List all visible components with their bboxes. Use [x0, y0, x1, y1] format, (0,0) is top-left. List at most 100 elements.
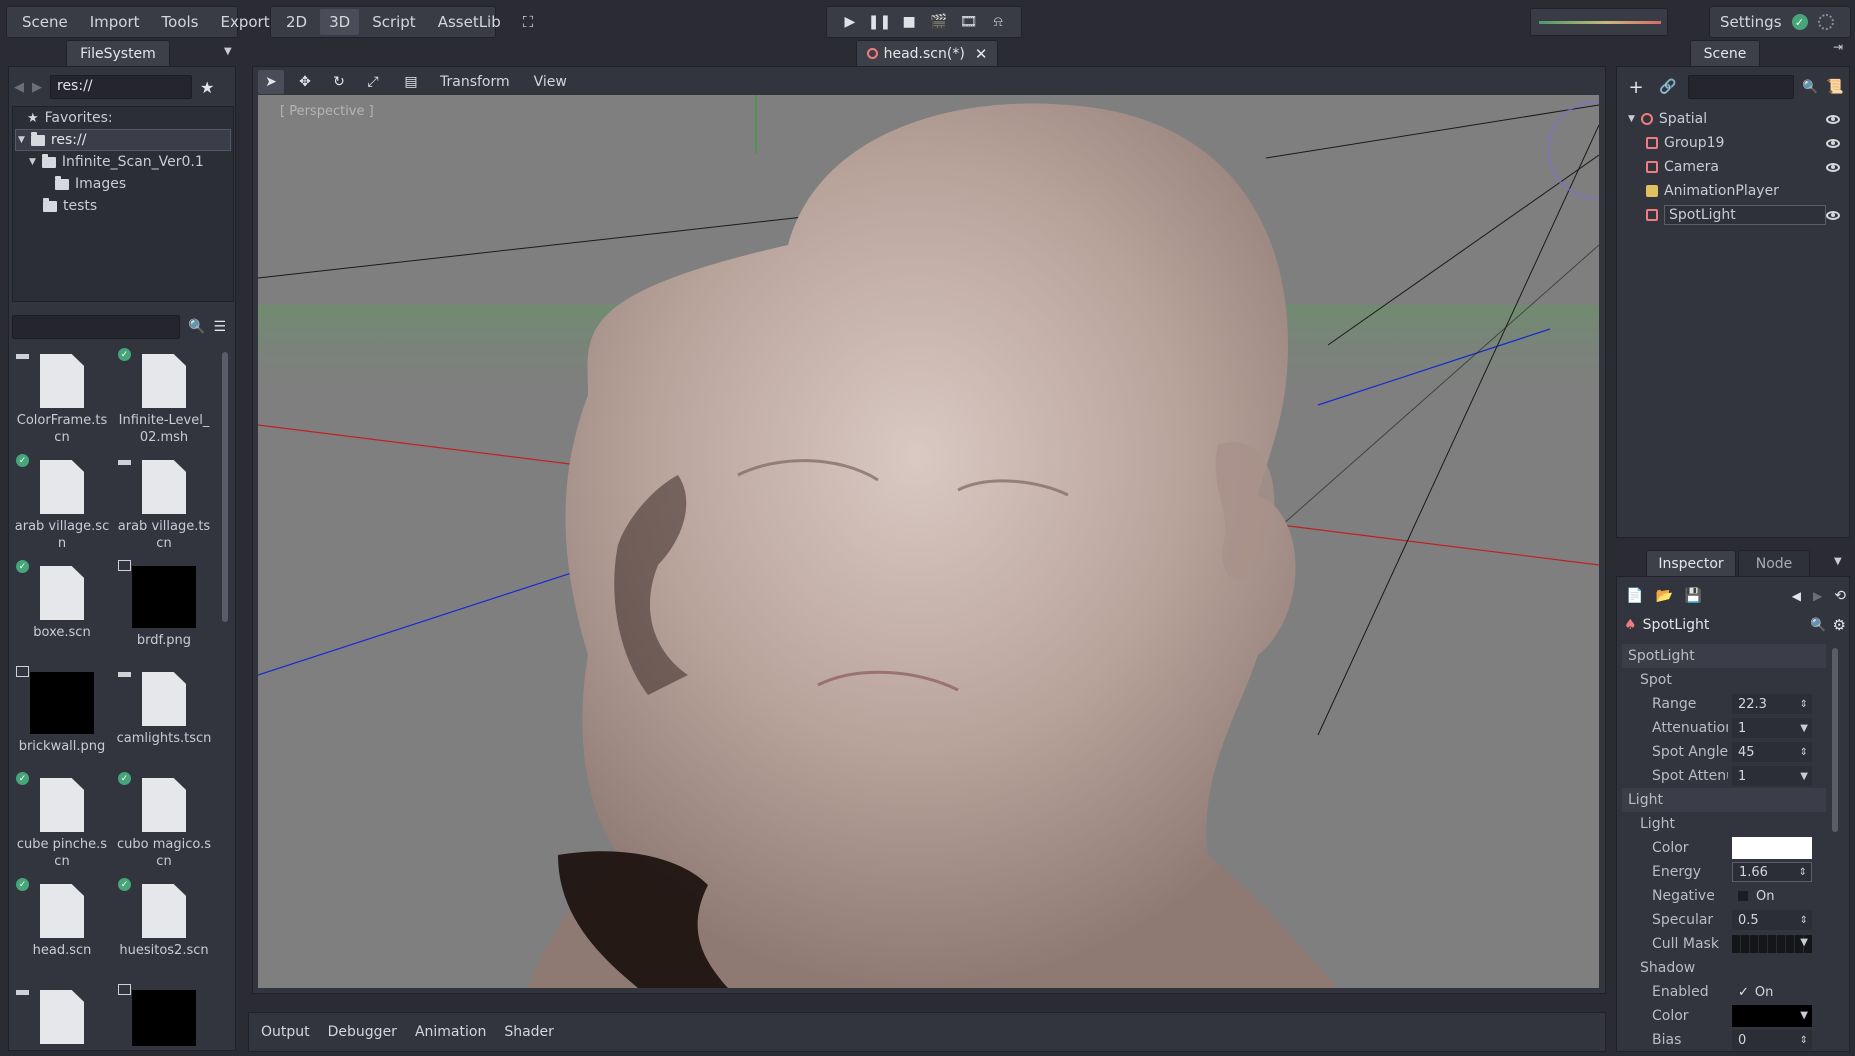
list-view-icon[interactable]: ☰	[213, 319, 226, 335]
shadow-enabled-checkbox[interactable]: ✓ On	[1732, 982, 1812, 1002]
menu-transform[interactable]: Transform	[432, 74, 518, 90]
file-item[interactable]: ✓ huesitos2.scn	[114, 876, 214, 982]
chevron-down-icon[interactable]: ▼	[1800, 1010, 1808, 1021]
tab-debugger[interactable]: Debugger	[328, 1024, 397, 1040]
history-back-icon[interactable]: ◀	[1792, 589, 1801, 603]
dock-menu-icon[interactable]: ▼	[224, 46, 232, 57]
file-item[interactable]: ✓ cube pinche.scn	[12, 770, 112, 876]
scene-node-spatial[interactable]: ▼ Spatial	[1624, 107, 1846, 131]
range-spinbox[interactable]: 22.3 ⇕	[1732, 694, 1812, 714]
file-item[interactable]: ✓ Infinite-Level_02.msh	[114, 346, 214, 452]
section-spotlight[interactable]: SpotLight	[1622, 644, 1826, 668]
open-folder-icon[interactable]: 📂	[1655, 588, 1672, 604]
subsection-light[interactable]: Light	[1622, 812, 1826, 836]
play-custom-scene-icon[interactable]: 🎞	[957, 11, 979, 33]
tab-scene[interactable]: Scene	[1690, 40, 1760, 66]
scene-node-animationplayer[interactable]: AnimationPlayer	[1624, 179, 1846, 203]
back-arrow-icon[interactable]: ◀	[14, 80, 24, 95]
workspace-script[interactable]: Script	[363, 9, 425, 35]
file-grid-scrollbar[interactable]	[222, 352, 228, 622]
checkmark-icon[interactable]: ✓	[1738, 985, 1749, 1000]
visibility-eye-icon[interactable]	[1826, 138, 1840, 148]
spin-arrows-icon[interactable]: ⇕	[1800, 915, 1808, 926]
menu-tools[interactable]: Tools	[153, 9, 208, 35]
visibility-eye-icon[interactable]	[1826, 210, 1840, 220]
search-icon[interactable]: 🔍	[188, 319, 205, 335]
menu-import[interactable]: Import	[81, 9, 149, 35]
collapse-arrow-icon[interactable]: ▼	[18, 135, 25, 145]
scene-node-camera[interactable]: Camera	[1624, 155, 1846, 179]
gear-icon[interactable]: ⚙	[1833, 616, 1846, 634]
collapse-arrow-icon[interactable]: ▼	[1628, 114, 1635, 124]
visibility-eye-icon[interactable]	[1826, 114, 1840, 124]
spin-arrows-icon[interactable]: ⇕	[1800, 747, 1808, 758]
workspace-assetlib[interactable]: AssetLib	[429, 9, 510, 35]
workspace-3d[interactable]: 3D	[320, 9, 360, 35]
file-item[interactable]: ColorFrame.tscn	[12, 346, 112, 452]
tree-root[interactable]: ▼ res://	[15, 129, 231, 151]
inspector-scrollbar[interactable]	[1832, 648, 1838, 832]
perspective-label[interactable]: [ Perspective ]	[280, 104, 374, 119]
file-item[interactable]	[12, 982, 112, 1046]
file-item[interactable]: brdf.png	[114, 558, 214, 664]
spot-angle-spinbox[interactable]: 45 ⇕	[1732, 742, 1812, 762]
tree-favorites[interactable]: ★ Favorites:	[13, 107, 233, 129]
tab-node[interactable]: Node	[1738, 550, 1810, 576]
menu-export[interactable]: Export	[211, 9, 278, 35]
debug-options-icon[interactable]: ⍾	[987, 11, 1009, 33]
save-disk-icon[interactable]: 💾	[1685, 588, 1702, 604]
play-scene-icon[interactable]: 🎬	[928, 11, 950, 33]
subsection-shadow[interactable]: Shadow	[1622, 956, 1826, 980]
new-resource-icon[interactable]: 📄	[1626, 588, 1643, 604]
file-search-input[interactable]	[12, 315, 180, 339]
local-space-icon[interactable]: ▤	[398, 70, 424, 94]
path-field[interactable]: res://	[50, 75, 192, 99]
distraction-free-icon[interactable]: ⛶	[514, 9, 543, 35]
pause-icon[interactable]: ❚❚	[868, 11, 891, 33]
specular-spinbox[interactable]: 0.5 ⇕	[1732, 910, 1812, 930]
settings-button[interactable]: Settings	[1720, 13, 1782, 31]
section-light[interactable]: Light	[1622, 788, 1826, 812]
scale-tool-icon[interactable]: ⤢	[360, 70, 386, 94]
spin-arrows-icon[interactable]: ⇕	[1799, 867, 1807, 878]
tab-output[interactable]: Output	[261, 1024, 310, 1040]
scene-node-spotlight[interactable]: SpotLight	[1624, 203, 1846, 227]
tab-filesystem[interactable]: FileSystem	[66, 40, 170, 66]
scene-node-group19[interactable]: Group19	[1624, 131, 1846, 155]
workspace-2d[interactable]: 2D	[277, 9, 316, 35]
chevron-down-icon[interactable]: ▼	[1800, 771, 1808, 782]
update-spinner-icon[interactable]	[1817, 14, 1834, 30]
chevron-down-icon[interactable]: ▼	[1800, 723, 1808, 734]
scene-dock-menu-icon[interactable]: ⇥	[1833, 40, 1843, 54]
tree-folder-infinite-scan[interactable]: ▼ Infinite_Scan_Ver0.1	[13, 151, 233, 173]
bias-spinbox[interactable]: 0 ⇕	[1732, 1030, 1812, 1050]
tree-folder-images[interactable]: Images	[13, 173, 233, 195]
search-icon[interactable]: 🔍	[1802, 80, 1818, 95]
chevron-down-icon[interactable]: ▼	[1800, 937, 1808, 948]
search-icon[interactable]: 🔍	[1810, 618, 1826, 633]
3d-viewport[interactable]: [ Perspective ]	[258, 95, 1599, 988]
instance-link-icon[interactable]: 🔗	[1656, 79, 1680, 95]
energy-spinbox[interactable]: 1.66 ⇕	[1732, 862, 1812, 882]
stop-icon[interactable]: ■	[898, 11, 920, 33]
file-item[interactable]: arab village.tscn	[114, 452, 214, 558]
tab-inspector[interactable]: Inspector	[1646, 550, 1736, 576]
spot-attenuation-curve[interactable]: 1 ▼	[1732, 766, 1812, 786]
file-item[interactable]: brickwall.png	[12, 664, 112, 770]
attenuation-curve[interactable]: 1 ▼	[1732, 718, 1812, 738]
favorite-star-icon[interactable]: ★	[200, 78, 214, 97]
history-forward-icon[interactable]: ▶	[1813, 589, 1822, 603]
subsection-spot[interactable]: Spot	[1622, 668, 1826, 692]
script-icon[interactable]: 📜	[1826, 79, 1843, 95]
file-item[interactable]: ✓ cubo magico.scn	[114, 770, 214, 876]
file-item[interactable]	[114, 982, 214, 1046]
file-item[interactable]: ✓ head.scn	[12, 876, 112, 982]
play-icon[interactable]: ▶	[839, 11, 861, 33]
forward-arrow-icon[interactable]: ▶	[32, 80, 42, 95]
tree-folder-tests[interactable]: tests	[13, 195, 233, 217]
tab-animation[interactable]: Animation	[415, 1024, 486, 1040]
light-color-picker[interactable]	[1732, 837, 1812, 859]
cull-mask-grid[interactable]: ▼	[1732, 935, 1812, 953]
close-icon[interactable]: ✕	[975, 45, 988, 63]
shadow-color-picker[interactable]: ▼	[1732, 1005, 1812, 1027]
